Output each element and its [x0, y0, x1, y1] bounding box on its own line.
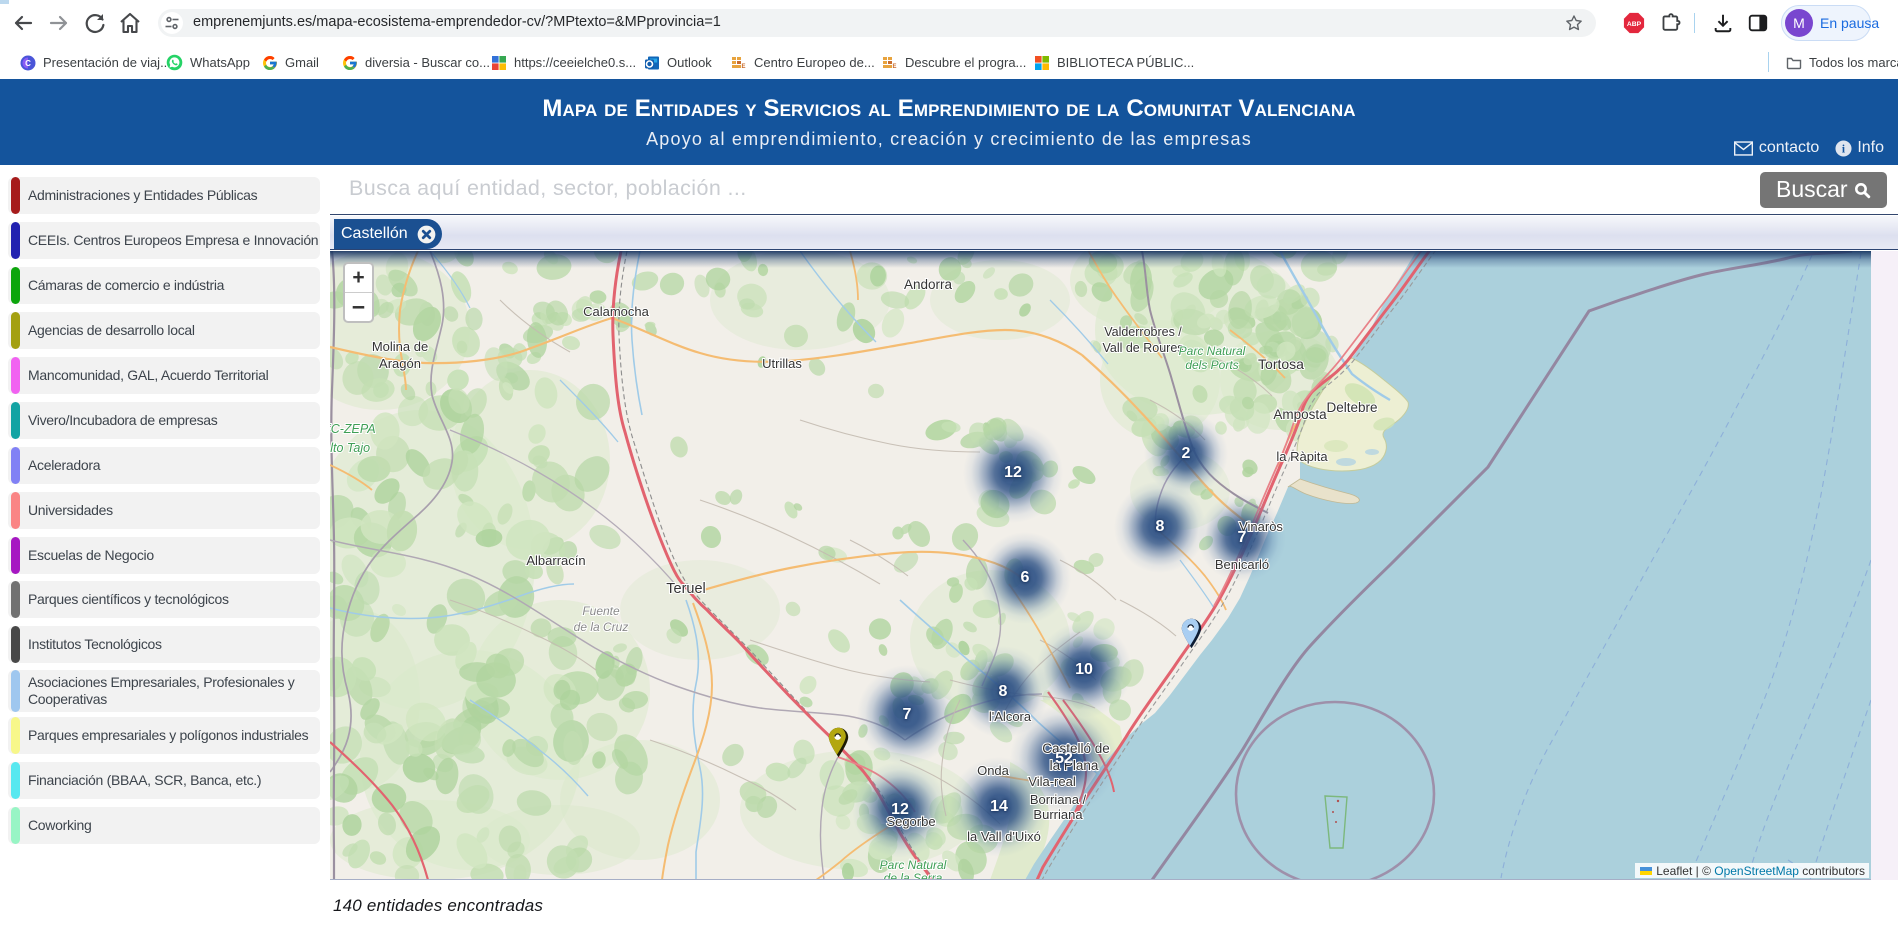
svg-text:E: E	[741, 64, 745, 70]
svg-text:C: C	[25, 59, 31, 68]
svg-text:ABP: ABP	[1627, 21, 1642, 28]
svg-text:E: E	[892, 64, 896, 70]
svg-text:i: i	[1842, 143, 1845, 155]
